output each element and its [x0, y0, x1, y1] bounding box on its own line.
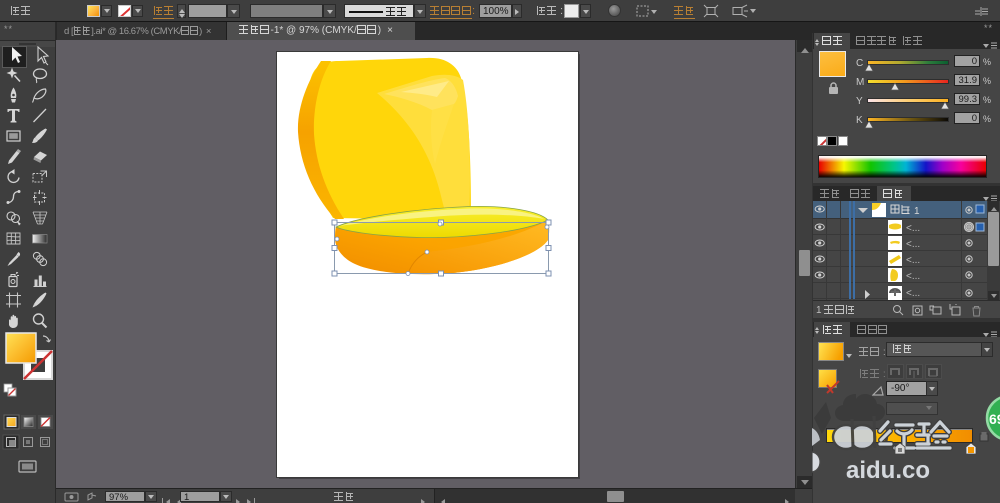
svg-text:<...: <... [906, 239, 920, 250]
svg-text:<...: <... [906, 255, 920, 266]
svg-text:1: 1 [914, 206, 920, 217]
svg-text:aidu.co: aidu.co [846, 457, 930, 484]
svg-text:69: 69 [989, 411, 1000, 427]
svg-text:<...: <... [906, 271, 920, 282]
svg-text:<...: <... [906, 223, 920, 234]
svg-text:<...: <... [906, 288, 920, 299]
